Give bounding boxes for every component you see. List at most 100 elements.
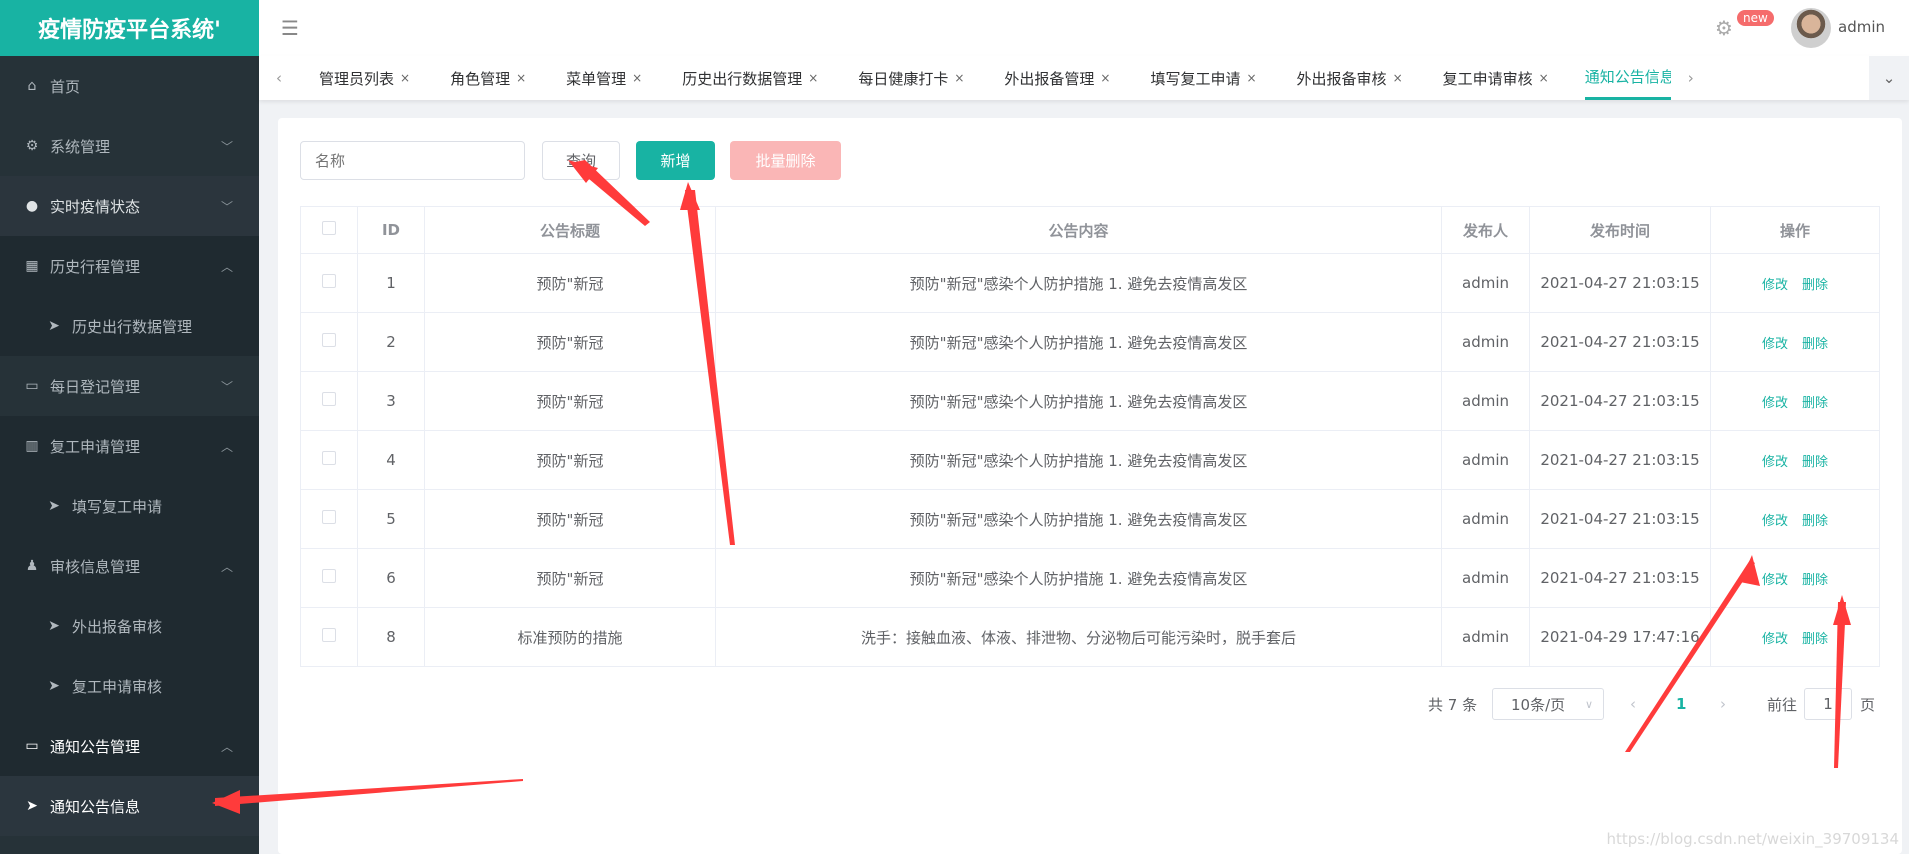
- row-checkbox[interactable]: [322, 451, 336, 465]
- sidebar-item-6[interactable]: ▥ 复工申请管理 ︿: [0, 416, 259, 476]
- sidebar-item-1[interactable]: ⚙ 系统管理 ﹀: [0, 116, 259, 176]
- tab-label: 管理员列表: [319, 69, 395, 88]
- row-checkbox[interactable]: [322, 392, 336, 406]
- row-checkbox[interactable]: [322, 569, 336, 583]
- cell-content: 预防"新冠"感染个人防护措施 1. 避免去疫情高发区: [715, 548, 1442, 608]
- tab-3[interactable]: 历史出行数据管理 ×: [662, 56, 838, 100]
- cell-time: 2021-04-27 21:03:15: [1529, 489, 1711, 549]
- cell-content: 预防"新冠"感染个人防护措施 1. 避免去疫情高发区: [715, 489, 1442, 549]
- prev-page-button[interactable]: ‹: [1630, 688, 1636, 720]
- cell-title: 预防"新冠: [424, 253, 716, 313]
- cell-time: 2021-04-27 21:03:15: [1529, 312, 1711, 372]
- menu-icon: ➤: [48, 498, 60, 514]
- row-checkbox[interactable]: [322, 510, 336, 524]
- tab-4[interactable]: 每日健康打卡 ×: [838, 56, 984, 100]
- row-select-cell[interactable]: [300, 371, 358, 431]
- tab-5[interactable]: 外出报备管理 ×: [984, 56, 1130, 100]
- edit-link[interactable]: 修改: [1762, 514, 1788, 529]
- menu-icon: ➤: [48, 618, 60, 634]
- query-button[interactable]: 查询: [542, 141, 620, 180]
- row-select-cell[interactable]: [300, 489, 358, 549]
- sidebar-item-4[interactable]: ➤ 历史出行数据管理: [0, 296, 259, 356]
- sidebar-item-12[interactable]: ➤ 通知公告信息: [0, 776, 259, 836]
- edit-link[interactable]: 修改: [1762, 396, 1788, 411]
- goto-label: 前往: [1767, 695, 1798, 714]
- tab-label: 每日健康打卡: [858, 69, 949, 88]
- select-all-checkbox[interactable]: [322, 221, 336, 235]
- sidebar-item-0[interactable]: ⌂ 首页: [0, 56, 259, 116]
- tab-6[interactable]: 填写复工申请 ×: [1130, 56, 1276, 100]
- settings-gear-icon[interactable]: ⚙: [1715, 16, 1733, 40]
- sidebar-item-label: 审核信息管理: [50, 557, 141, 576]
- row-select-cell[interactable]: [300, 430, 358, 490]
- menu-toggle-icon[interactable]: ☰: [281, 16, 299, 40]
- delete-link[interactable]: 删除: [1802, 455, 1828, 470]
- edit-link[interactable]: 修改: [1762, 455, 1788, 470]
- username[interactable]: admin: [1838, 18, 1885, 36]
- next-page-button[interactable]: ›: [1720, 688, 1726, 720]
- close-icon[interactable]: ×: [632, 71, 642, 85]
- edit-link[interactable]: 修改: [1762, 632, 1788, 647]
- tab-scroll-right-icon[interactable]: ›: [1671, 69, 1711, 87]
- add-button[interactable]: 新增: [636, 141, 715, 180]
- close-icon[interactable]: ×: [400, 71, 410, 85]
- row-checkbox[interactable]: [322, 333, 336, 347]
- cell-title: 标准预防的措施: [424, 607, 716, 667]
- close-icon[interactable]: ×: [516, 71, 526, 85]
- row-select-cell[interactable]: [300, 607, 358, 667]
- close-icon[interactable]: ×: [1539, 71, 1549, 85]
- page-1-button[interactable]: 1: [1676, 688, 1686, 720]
- row-select-cell[interactable]: [300, 548, 358, 608]
- page-size-select[interactable]: 10条/页 ∨: [1492, 688, 1604, 720]
- tab-more-chevron-down-icon[interactable]: ⌄: [1869, 56, 1909, 100]
- close-icon[interactable]: ×: [1246, 71, 1256, 85]
- delete-link[interactable]: 删除: [1802, 396, 1828, 411]
- cell-actions: 修改 删除: [1710, 607, 1880, 667]
- cell-publisher: admin: [1441, 430, 1530, 490]
- goto-page-input[interactable]: 1: [1804, 688, 1852, 720]
- watermark: https://blog.csdn.net/weixin_39709134: [1606, 830, 1899, 848]
- cell-content: 预防"新冠"感染个人防护措施 1. 避免去疫情高发区: [715, 430, 1442, 490]
- row-checkbox[interactable]: [322, 628, 336, 642]
- tab-2[interactable]: 菜单管理 ×: [546, 56, 662, 100]
- batch-delete-button[interactable]: 批量删除: [730, 141, 841, 180]
- sidebar-item-10[interactable]: ➤ 复工申请审核: [0, 656, 259, 716]
- sidebar-item-11[interactable]: ▭ 通知公告管理 ︿: [0, 716, 259, 776]
- tab-scroll-left-icon[interactable]: ‹: [259, 69, 299, 87]
- cell-time: 2021-04-29 17:47:16: [1529, 607, 1711, 667]
- select-all-cell[interactable]: [300, 206, 358, 254]
- title-search-input[interactable]: [300, 141, 525, 180]
- tab-8[interactable]: 复工申请审核 ×: [1423, 56, 1569, 100]
- delete-link[interactable]: 删除: [1802, 514, 1828, 529]
- tab-1[interactable]: 角色管理 ×: [430, 56, 546, 100]
- edit-link[interactable]: 修改: [1762, 337, 1788, 352]
- delete-link[interactable]: 删除: [1802, 573, 1828, 588]
- edit-link[interactable]: 修改: [1762, 573, 1788, 588]
- close-icon[interactable]: ×: [1100, 71, 1110, 85]
- sidebar-item-label: 首页: [50, 77, 81, 96]
- sidebar-item-5[interactable]: ▭ 每日登记管理 ﹀: [0, 356, 259, 416]
- sidebar-item-9[interactable]: ➤ 外出报备审核: [0, 596, 259, 656]
- row-select-cell[interactable]: [300, 253, 358, 313]
- tab-list: 管理员列表 × 角色管理 × 菜单管理 × 历史出行数据管理 × 每日健康打卡 × 外出报备管理 × 填…: [299, 56, 1569, 100]
- table-row: 1 预防"新冠 预防"新冠"感染个人防护措施 1. 避免去疫情高发区 admin 202…: [300, 253, 1880, 313]
- tab-active[interactable]: 通知公告信息: [1584, 56, 1671, 100]
- delete-link[interactable]: 删除: [1802, 337, 1828, 352]
- close-icon[interactable]: ×: [954, 71, 964, 85]
- sidebar-item-7[interactable]: ➤ 填写复工申请: [0, 476, 259, 536]
- tab-7[interactable]: 外出报备审核 ×: [1277, 56, 1423, 100]
- cell-id: 4: [357, 430, 425, 490]
- delete-link[interactable]: 删除: [1802, 632, 1828, 647]
- avatar[interactable]: [1791, 8, 1831, 48]
- edit-link[interactable]: 修改: [1762, 278, 1788, 293]
- close-icon[interactable]: ×: [1393, 71, 1403, 85]
- row-checkbox[interactable]: [322, 274, 336, 288]
- sidebar-item-2[interactable]: ● 实时疫情状态 ﹀: [0, 176, 259, 236]
- top-header: ☰ ⚙ new admin: [259, 0, 1909, 56]
- sidebar-item-3[interactable]: ▦ 历史行程管理 ︿: [0, 236, 259, 296]
- sidebar-item-8[interactable]: ♟ 审核信息管理 ︿: [0, 536, 259, 596]
- tab-0[interactable]: 管理员列表 ×: [299, 56, 430, 100]
- row-select-cell[interactable]: [300, 312, 358, 372]
- close-icon[interactable]: ×: [808, 71, 818, 85]
- delete-link[interactable]: 删除: [1802, 278, 1828, 293]
